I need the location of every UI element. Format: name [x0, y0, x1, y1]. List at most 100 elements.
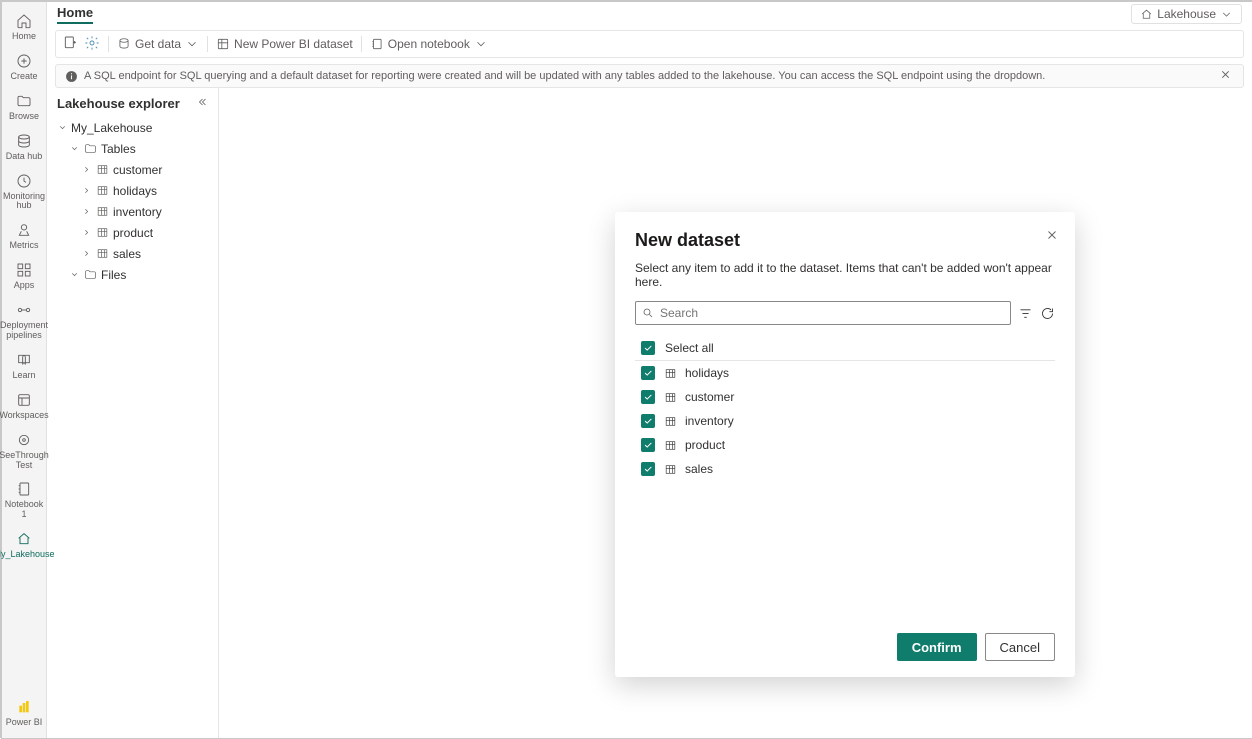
table-icon — [663, 366, 677, 380]
confirm-button[interactable]: Confirm — [897, 633, 977, 661]
tree-files-label: Files — [101, 268, 126, 282]
nav-browse-label: Browse — [9, 112, 39, 122]
dataset-item-label: holidays — [685, 366, 729, 380]
chevron-right-icon — [81, 228, 91, 237]
collapse-explorer-button[interactable] — [196, 96, 208, 111]
table-icon — [95, 226, 109, 239]
nav-pipelines-label: Deployment pipelines — [0, 321, 48, 341]
settings-button[interactable] — [84, 35, 100, 54]
dataset-icon — [216, 37, 230, 51]
get-data-button[interactable]: Get data — [117, 37, 199, 51]
tree-files[interactable]: Files — [47, 264, 218, 285]
info-icon — [64, 69, 78, 83]
nav-mylakehouse[interactable]: My_Lakehouse — [2, 526, 46, 566]
monitoring-icon — [15, 172, 33, 190]
nav-workspaces-label: Workspaces — [0, 411, 49, 421]
select-all-label: Select all — [665, 341, 714, 355]
apps-icon — [15, 261, 33, 279]
cancel-label: Cancel — [1000, 640, 1040, 655]
dataset-item-label: product — [685, 438, 725, 452]
dataset-item-sales[interactable]: sales — [635, 457, 1055, 481]
dataset-item-holidays[interactable]: holidays — [635, 361, 1055, 385]
refresh-button[interactable] — [1039, 305, 1055, 321]
info-banner: A SQL endpoint for SQL querying and a de… — [55, 64, 1244, 88]
nav-datahub[interactable]: Data hub — [2, 128, 46, 168]
dataset-item-product[interactable]: product — [635, 433, 1055, 457]
nav-rail: Home Create Browse Data hub Monitoring h… — [2, 2, 47, 738]
table-icon — [663, 462, 677, 476]
tree-table-customer[interactable]: customer — [47, 159, 218, 180]
nav-apps[interactable]: Apps — [2, 257, 46, 297]
chevron-right-icon — [81, 207, 91, 216]
tree-root[interactable]: My_Lakehouse — [47, 117, 218, 138]
nav-monitoring-label: Monitoring hub — [2, 192, 46, 212]
create-icon — [15, 52, 33, 70]
tree-table-sales[interactable]: sales — [47, 243, 218, 264]
tree-table-label: sales — [113, 247, 141, 261]
filter-button[interactable] — [1017, 305, 1033, 321]
banner-text: A SQL endpoint for SQL querying and a de… — [84, 70, 1045, 82]
select-all-row[interactable]: Select all — [635, 337, 1055, 361]
toolbar: Get data New Power BI dataset Open noteb… — [55, 30, 1244, 58]
dataset-item-inventory[interactable]: inventory — [635, 409, 1055, 433]
nav-create-label: Create — [10, 72, 37, 82]
table-icon — [95, 163, 109, 176]
canvas-area: New shortcut New dataset Select any item… — [219, 88, 1252, 738]
tree-tables[interactable]: Tables — [47, 138, 218, 159]
lakehouse-small-icon — [1140, 8, 1153, 21]
nav-metrics[interactable]: Metrics — [2, 217, 46, 257]
open-notebook-label: Open notebook — [388, 37, 470, 51]
nav-notebook-label: Notebook 1 — [2, 500, 46, 520]
tree-root-label: My_Lakehouse — [71, 121, 152, 135]
tree-table-inventory[interactable]: inventory — [47, 201, 218, 222]
home-icon — [15, 12, 33, 30]
banner-close-button[interactable] — [1216, 69, 1235, 83]
nav-apps-label: Apps — [14, 281, 35, 291]
new-pbi-label: New Power BI dataset — [234, 37, 353, 51]
search-input[interactable] — [660, 306, 1004, 320]
browse-icon — [15, 92, 33, 110]
view-switch-label: Lakehouse — [1157, 7, 1216, 21]
nav-seethrough[interactable]: SeeThrough Test — [2, 427, 46, 477]
seethrough-icon — [15, 431, 33, 449]
checkbox-checked-icon[interactable] — [641, 414, 655, 428]
get-data-icon — [117, 37, 131, 51]
dialog-close-button[interactable] — [1043, 226, 1061, 244]
view-switch-dropdown[interactable]: Lakehouse — [1131, 4, 1242, 24]
checkbox-checked-icon[interactable] — [641, 366, 655, 380]
table-icon — [95, 205, 109, 218]
chevron-down-icon — [474, 37, 488, 51]
nav-workspaces[interactable]: Workspaces — [2, 387, 46, 427]
dataset-item-label: inventory — [685, 414, 734, 428]
folder-icon — [83, 142, 97, 155]
tab-home[interactable]: Home — [57, 5, 93, 24]
dataset-item-label: customer — [685, 390, 734, 404]
nav-powerbi[interactable]: Power BI — [2, 694, 46, 734]
checkbox-checked-icon[interactable] — [641, 341, 655, 355]
open-notebook-button[interactable]: Open notebook — [370, 37, 488, 51]
lakehouse-explorer: Lakehouse explorer My_Lakehouse Tables — [47, 88, 219, 738]
nav-browse[interactable]: Browse — [2, 88, 46, 128]
checkbox-checked-icon[interactable] — [641, 390, 655, 404]
dataset-item-customer[interactable]: customer — [635, 385, 1055, 409]
new-dataset-dialog: New dataset Select any item to add it to… — [615, 212, 1075, 677]
pipelines-icon — [15, 301, 33, 319]
search-input-wrapper[interactable] — [635, 301, 1011, 325]
checkbox-checked-icon[interactable] — [641, 462, 655, 476]
cancel-button[interactable]: Cancel — [985, 633, 1055, 661]
nav-learn[interactable]: Learn — [2, 347, 46, 387]
chevron-down-icon — [1220, 8, 1233, 21]
search-icon — [642, 307, 654, 319]
nav-create[interactable]: Create — [2, 48, 46, 88]
new-pbi-dataset-button[interactable]: New Power BI dataset — [216, 37, 353, 51]
chevron-down-icon — [69, 270, 79, 279]
nav-home[interactable]: Home — [2, 8, 46, 48]
nav-powerbi-label: Power BI — [6, 718, 43, 728]
tree-table-holidays[interactable]: holidays — [47, 180, 218, 201]
checkbox-checked-icon[interactable] — [641, 438, 655, 452]
nav-notebook[interactable]: Notebook 1 — [2, 476, 46, 526]
nav-monitoring[interactable]: Monitoring hub — [2, 168, 46, 218]
nav-pipelines[interactable]: Deployment pipelines — [2, 297, 46, 347]
new-item-button[interactable] — [62, 35, 78, 54]
tree-table-product[interactable]: product — [47, 222, 218, 243]
